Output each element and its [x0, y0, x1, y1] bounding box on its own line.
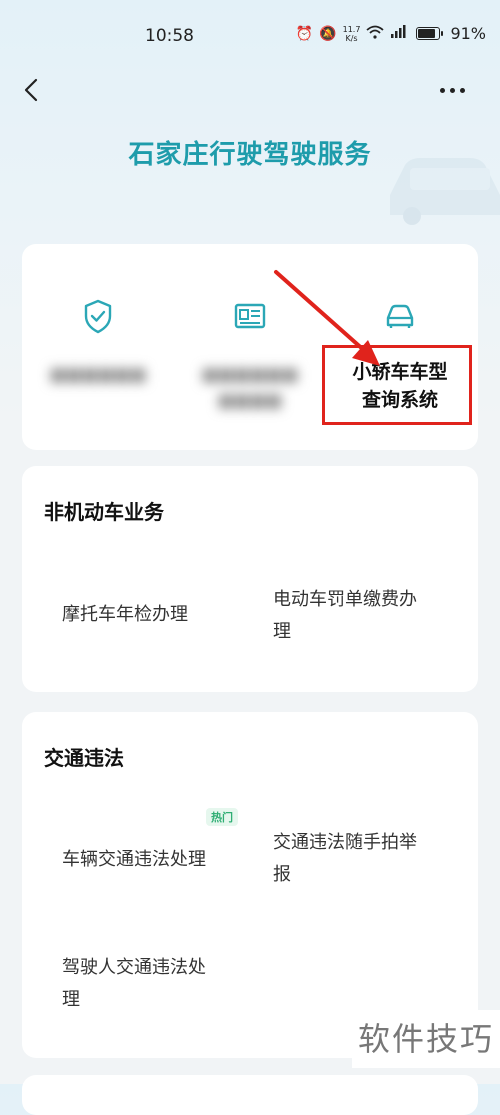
net-speed-value: 11.7 [342, 24, 361, 34]
status-icons: ⏰ 🔕 11.7 K/s 91% [296, 24, 486, 43]
hot-badge: 热门 [206, 808, 238, 826]
net-speed: 11.7 K/s [343, 25, 361, 43]
quick-item-1[interactable]: ■■■■■■ [28, 296, 168, 436]
alarm-icon: ⏰ [295, 25, 314, 42]
more-dot [440, 87, 445, 93]
nonmotor-section-card: 非机动车业务 摩托车年检办理 电动车罚单缴费办 理 [22, 466, 478, 692]
more-button[interactable] [440, 80, 470, 100]
net-speed-unit: K/s [345, 33, 358, 43]
service-driver-violation-line1: 驾驶人交通违法处 [62, 957, 206, 978]
battery-level-fill [418, 29, 435, 38]
quick-item-1-label-blurred: ■■■■■■ [49, 365, 147, 385]
more-dot [460, 87, 465, 93]
next-section-card [22, 1075, 478, 1115]
battery-icon [416, 27, 444, 40]
watermark: 软件技巧 [352, 1010, 500, 1068]
service-driver-violation[interactable]: 驾驶人交通违法处 理 [62, 952, 206, 1016]
violation-section-card: 交通违法 热门 车辆交通违法处理 交通违法随手拍举 报 驾驶人交通违法处 理 [22, 712, 478, 1058]
status-bar: 10:58 ⏰ 🔕 11.7 K/s 91% [0, 0, 500, 72]
wifi-icon [366, 25, 385, 43]
service-vehicle-violation[interactable]: 车辆交通违法处理 [62, 844, 206, 876]
battery-percent: 91% [450, 24, 486, 43]
service-ebike-fine-payment[interactable]: 电动车罚单缴费办 理 [273, 584, 417, 648]
annotation-highlight-box [322, 345, 472, 425]
quick-item-2-label-blurred: ■■■■■■ ■■■■ [201, 365, 299, 411]
service-motorcycle-inspection[interactable]: 摩托车年检办理 [62, 599, 188, 631]
service-violation-report-line1: 交通违法随手拍举 [273, 832, 417, 853]
back-button[interactable] [18, 76, 46, 104]
shield-check-icon [84, 299, 112, 334]
service-ebike-fine-line1: 电动车罚单缴费办 [273, 589, 417, 610]
section-title-violation: 交通违法 [44, 746, 124, 770]
quick-item-2[interactable]: ■■■■■■ ■■■■ [180, 296, 320, 436]
status-time: 10:58 [145, 26, 194, 46]
chevron-left-icon [24, 78, 38, 102]
id-card-icon [234, 303, 266, 329]
service-violation-report[interactable]: 交通违法随手拍举 报 [273, 827, 417, 891]
section-title-nonmotor: 非机动车业务 [44, 500, 164, 524]
mute-icon: 🔕 [319, 25, 337, 42]
service-violation-report-line2: 报 [273, 864, 291, 885]
car-icon [386, 304, 414, 328]
more-dot [450, 87, 455, 93]
nav-bar [0, 68, 500, 112]
page-title: 石家庄行驶驾驶服务 [128, 140, 372, 170]
service-driver-violation-line2: 理 [62, 989, 80, 1010]
service-ebike-fine-line2: 理 [273, 621, 291, 642]
signal-icon [390, 24, 406, 43]
